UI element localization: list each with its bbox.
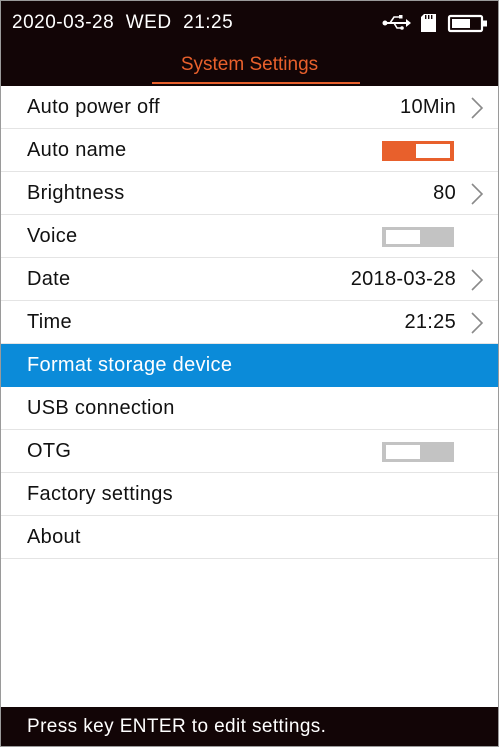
chevron-right-icon: [471, 269, 484, 291]
title-underline: [152, 82, 360, 84]
menu-item-voice[interactable]: Voice: [1, 215, 498, 258]
menu-item-label: Time: [27, 311, 72, 333]
status-bar: 2020-03-28 WED 21:25: [1, 1, 498, 43]
title-bar: System Settings: [1, 43, 498, 86]
menu-item-about[interactable]: About: [1, 516, 498, 559]
menu-item-label: Auto power off: [27, 96, 160, 118]
menu-item-otg[interactable]: OTG: [1, 430, 498, 473]
menu-item-value: 21:25: [404, 311, 456, 333]
menu-item-label: OTG: [27, 440, 72, 462]
menu-item-label: Voice: [27, 225, 78, 247]
menu-item-label: USB connection: [27, 397, 175, 419]
menu-item-auto-power-off[interactable]: Auto power off 10Min: [1, 86, 498, 129]
settings-menu: Auto power off 10Min Auto name Brightnes…: [1, 86, 498, 559]
menu-item-label: Factory settings: [27, 483, 173, 505]
menu-item-label: Format storage device: [27, 354, 233, 376]
chevron-right-icon: [471, 312, 484, 334]
menu-item-label: Auto name: [27, 139, 127, 161]
battery-icon: [447, 14, 487, 33]
menu-item-date[interactable]: Date 2018-03-28: [1, 258, 498, 301]
menu-item-usb-connection[interactable]: USB connection: [1, 387, 498, 430]
menu-item-time[interactable]: Time 21:25: [1, 301, 498, 344]
menu-item-value: 10Min: [400, 96, 456, 118]
menu-item-label: Date: [27, 268, 71, 290]
menu-item-label: Brightness: [27, 182, 125, 204]
menu-item-format-storage-device[interactable]: Format storage device: [1, 344, 498, 387]
sd-card-icon: [421, 14, 436, 32]
toggle-knob: [386, 445, 420, 459]
menu-item-value: 2018-03-28: [350, 268, 456, 290]
footer-hint: Press key ENTER to edit settings.: [27, 716, 327, 737]
toggle-knob: [386, 230, 420, 244]
otg-toggle[interactable]: [382, 442, 454, 462]
auto-name-toggle[interactable]: [382, 141, 454, 161]
page-title: System Settings: [180, 54, 319, 75]
chevron-right-icon: [471, 183, 484, 205]
toggle-knob: [416, 144, 450, 158]
chevron-right-icon: [471, 97, 484, 119]
status-icons: [382, 14, 487, 33]
usb-icon: [382, 15, 411, 30]
footer-bar: Press key ENTER to edit settings.: [1, 707, 498, 746]
menu-item-auto-name[interactable]: Auto name: [1, 129, 498, 172]
menu-item-value: 80: [433, 182, 456, 204]
device-screen: 2020-03-28 WED 21:25 System Settings Aut…: [0, 0, 499, 747]
menu-item-label: About: [27, 526, 81, 548]
status-datetime: 2020-03-28 WED 21:25: [12, 12, 234, 33]
menu-item-factory-settings[interactable]: Factory settings: [1, 473, 498, 516]
menu-item-brightness[interactable]: Brightness 80: [1, 172, 498, 215]
voice-toggle[interactable]: [382, 227, 454, 247]
